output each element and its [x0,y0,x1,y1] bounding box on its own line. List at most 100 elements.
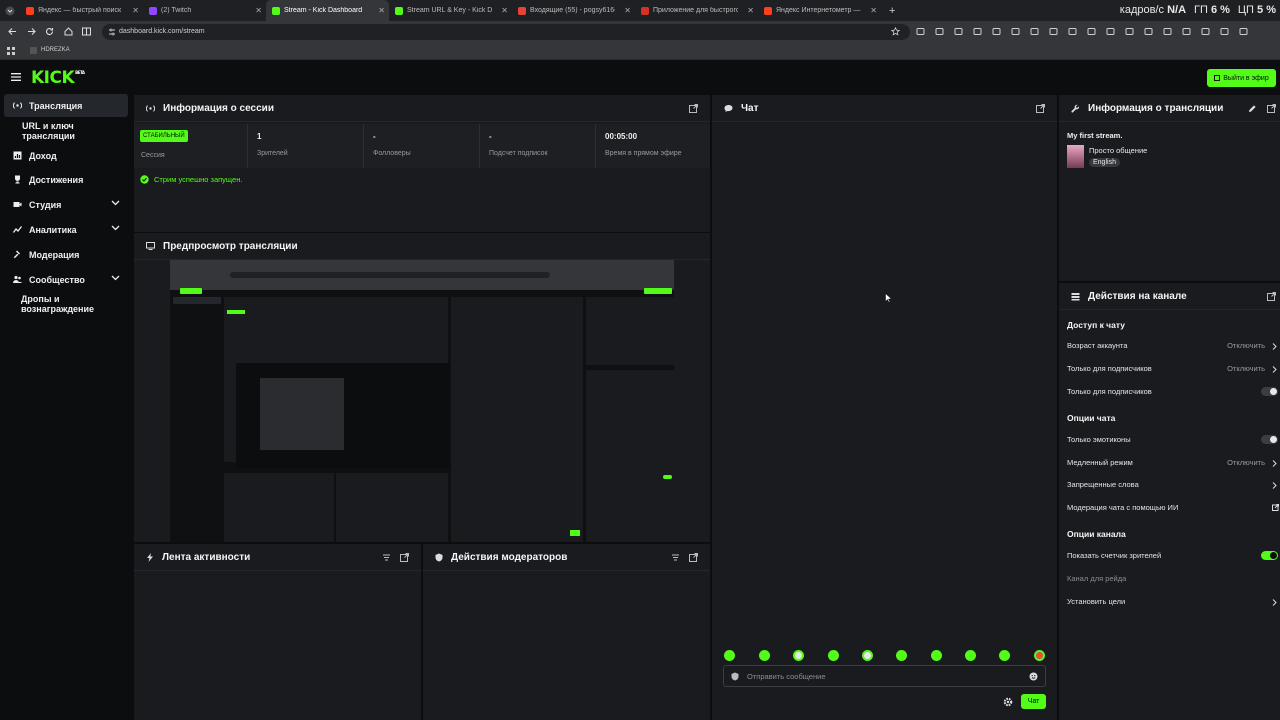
close-tab-icon[interactable]: ✕ [747,6,754,15]
sidebar-item[interactable]: Модерация [4,243,128,266]
extension-icon[interactable] [1011,27,1020,36]
extension-icon[interactable] [1201,27,1210,36]
close-tab-icon[interactable]: ✕ [501,6,508,15]
quick-emote[interactable] [965,650,976,661]
extension-icon[interactable] [1068,27,1077,36]
popout-icon[interactable] [1267,104,1276,113]
viewer-count-toggle[interactable] [1261,551,1278,560]
edit-pencil-icon[interactable] [1248,104,1257,113]
subs-only-toggle[interactable] [1261,387,1278,396]
extension-icon[interactable] [1163,27,1172,36]
home-icon[interactable] [64,27,73,36]
browser-tab[interactable]: Stream URL & Key - Kick Dashb ✕ [389,0,512,21]
back-icon[interactable] [8,27,17,36]
popout-icon[interactable] [400,553,409,562]
extension-icon[interactable] [935,27,944,36]
extension-icon[interactable] [1087,27,1096,36]
extension-icon[interactable] [1239,27,1248,36]
extension-icon[interactable] [1049,27,1058,36]
tab-title: Яндекс Интернетометр — пр [776,7,861,14]
banned-words-row[interactable]: Запрещенные слова [1067,480,1279,492]
go-live-icon [1214,75,1221,81]
new-tab-button[interactable]: + [889,5,895,17]
extension-icon[interactable] [1144,27,1153,36]
browser-tab[interactable]: Яндекс — быстрый поиск в и ✕ [20,0,143,21]
quick-emote[interactable] [862,650,873,661]
extension-icon[interactable] [992,27,1001,36]
category-name[interactable]: Просто общение [1089,146,1147,155]
browser-tab[interactable]: Stream - Kick Dashboard ✕ [266,0,389,21]
browser-tab[interactable]: Входящие (55) - pogsy616@g ✕ [512,0,635,21]
quick-emote[interactable] [999,650,1010,661]
browser-tab[interactable]: Яндекс Интернетометр — пр ✕ [758,0,881,21]
account-age-row[interactable]: Возраст аккаунта Отключить [1067,341,1279,353]
popout-icon[interactable] [689,553,698,562]
close-tab-icon[interactable]: ✕ [378,6,385,15]
forward-icon[interactable] [27,27,36,36]
browser-tab[interactable]: Приложение для быстрого уд ✕ [635,0,758,21]
reload-icon[interactable] [45,27,54,36]
popout-icon[interactable] [1036,104,1045,113]
bookmark-hdrezka[interactable]: HDREZKA [41,47,70,53]
extension-icon[interactable] [1220,27,1229,36]
site-info-icon[interactable] [108,28,116,36]
ai-moderation-row[interactable]: Модерация чата с помощью ИИ [1067,503,1279,515]
quick-emote[interactable] [724,650,735,661]
sidebar-item[interactable]: Дропы и вознаграждение [4,292,128,315]
sidebar-item-label: Дропы и вознаграждение [21,293,95,314]
stat-label: Подсчет подписок [489,150,548,157]
split-view-icon[interactable] [82,27,91,36]
popout-icon[interactable] [689,104,698,113]
emoji-icon[interactable] [1029,672,1038,681]
browser-tab[interactable]: (2) Twitch ✕ [143,0,266,21]
chat-input[interactable]: Отправить сообщение [723,665,1046,687]
quick-emote[interactable] [793,650,804,661]
filter-icon[interactable] [671,553,680,562]
sidebar-item[interactable]: Достижения [4,168,128,191]
extension-icon[interactable] [1182,27,1191,36]
address-bar[interactable]: dashboard.kick.com/stream [102,24,910,40]
slow-mode-row[interactable]: Медленный режим Отключить [1067,458,1279,470]
bookmark-star-icon[interactable] [891,27,900,36]
tab-menu-icon[interactable] [0,0,20,21]
session-stat: 1 Зрителей [248,124,364,168]
close-tab-icon[interactable]: ✕ [255,6,262,15]
close-tab-icon[interactable]: ✕ [132,6,139,15]
subs-only-select-row[interactable]: Только для подписчиков Отключить [1067,364,1279,376]
quick-emote[interactable] [896,650,907,661]
emotes-only-toggle[interactable] [1261,435,1278,444]
chat-send-button[interactable]: Чат [1021,694,1046,709]
extension-icon[interactable] [973,27,982,36]
session-info-header: Информация о сессии [134,95,710,122]
quick-emote[interactable] [1034,650,1045,661]
extension-icon[interactable] [1030,27,1039,36]
fps-label: кадров/с [1119,4,1164,16]
sidebar-item[interactable]: URL и ключ трансляции [4,119,128,142]
raid-channel-row[interactable]: Канал для рейда [1067,574,1279,586]
popout-icon[interactable] [1267,292,1276,301]
filter-icon[interactable] [382,553,391,562]
extension-icon[interactable] [916,27,925,36]
external-link-icon [1272,504,1279,511]
hamburger-menu-icon[interactable] [11,73,21,81]
sidebar-item[interactable]: Студия [4,193,128,216]
chat-settings-gear-icon[interactable] [1003,697,1013,707]
quick-emote[interactable] [931,650,942,661]
set-goals-row[interactable]: Установить цели [1067,597,1279,609]
quick-emote[interactable] [759,650,770,661]
emotes-only-row: Только эмотиконы [1067,435,1279,447]
extension-icon[interactable] [954,27,963,36]
close-tab-icon[interactable]: ✕ [870,6,877,15]
tab-title: Stream - Kick Dashboard [284,7,363,14]
sidebar-item[interactable]: Трансляция [4,94,128,117]
apps-grid-icon[interactable] [7,47,15,55]
close-tab-icon[interactable]: ✕ [624,6,631,15]
quick-emote[interactable] [828,650,839,661]
kick-logo[interactable]: KICKBETA [31,68,85,88]
extension-icon[interactable] [1125,27,1134,36]
sidebar-item[interactable]: Аналитика [4,218,128,241]
extension-icon[interactable] [1106,27,1115,36]
go-live-button[interactable]: Выйти в эфир [1207,69,1276,87]
sidebar-item[interactable]: Доход [4,144,128,167]
sidebar-item[interactable]: Сообщество [4,268,128,291]
